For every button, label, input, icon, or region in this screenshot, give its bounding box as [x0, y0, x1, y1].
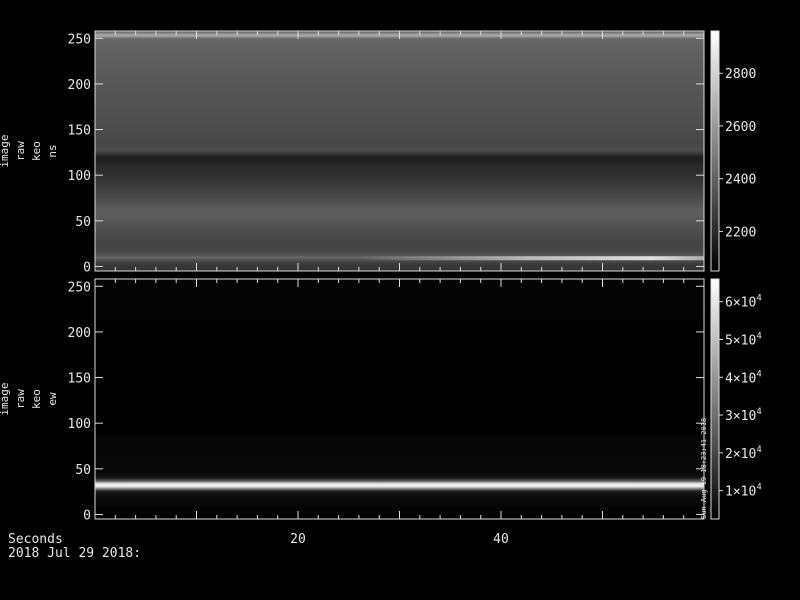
- keogram-figure: 050100150200250image raw keo ns220024002600…: [0, 30, 762, 561]
- y-tick-label: 100: [68, 417, 91, 432]
- y-axis-label-line: ew: [46, 392, 59, 406]
- y-axis-label-line: keo: [30, 141, 43, 161]
- y-tick-label: 250: [68, 280, 91, 295]
- colorbar-tick-label: 3×104: [725, 407, 762, 424]
- y-axis-label-line: image: [0, 134, 11, 167]
- y-axis-label-line: keo: [30, 389, 43, 409]
- y-axis-label-line: raw: [14, 141, 27, 161]
- y-axis-label-line: raw: [14, 389, 27, 409]
- y-tick-label: 200: [68, 78, 91, 93]
- date-label: 2018 Jul 29 2018:: [8, 546, 141, 561]
- y-tick-label: 0: [83, 260, 91, 275]
- ns-keogram-panel: 0 50 100 150 200 250 image raw keo ns 2200 2400 2600…: [0, 30, 756, 275]
- x-axis-title: Seconds: [8, 532, 63, 547]
- timestamp-watermark: Sun Aug 19 18:23:41 2018: [700, 418, 708, 519]
- colorbar-tick-label: 1×104: [725, 483, 762, 500]
- colorbar-tick-label: 2400: [725, 173, 756, 188]
- y-tick-label: 0: [83, 508, 91, 523]
- x-tick-label: 40: [493, 532, 509, 547]
- y-axis-label-line: image: [0, 382, 11, 415]
- y-tick-label: 150: [68, 124, 91, 139]
- bright-streak: [358, 256, 704, 261]
- keogram-image: [95, 279, 704, 519]
- x-tick-label: 20: [290, 532, 306, 547]
- colorbar: [710, 30, 720, 272]
- colorbar-tick-label: 2200: [725, 225, 756, 240]
- y-tick-label: 50: [75, 215, 91, 230]
- y-tick-label: 100: [68, 169, 91, 184]
- colorbar-tick-label: 2800: [725, 67, 756, 82]
- colorbar-tick-label: 5×104: [725, 331, 762, 348]
- colorbar: [710, 278, 720, 520]
- colorbar-tick-label: 4×104: [725, 369, 762, 386]
- y-axis-label-line: ns: [46, 144, 59, 157]
- y-tick-label: 50: [75, 463, 91, 478]
- ew-keogram-panel: 0 50 100 150 200 250 20 40 image raw keo ew 1×104 2×1…: [0, 278, 762, 547]
- colorbar-tick-label: 2600: [725, 120, 756, 135]
- colorbar-tick-label: 2×104: [725, 445, 762, 462]
- y-tick-label: 150: [68, 372, 91, 387]
- y-tick-label: 200: [68, 326, 91, 341]
- colorbar-tick-label: 6×104: [725, 294, 762, 311]
- keogram-image: [95, 31, 704, 271]
- y-tick-label: 250: [68, 32, 91, 47]
